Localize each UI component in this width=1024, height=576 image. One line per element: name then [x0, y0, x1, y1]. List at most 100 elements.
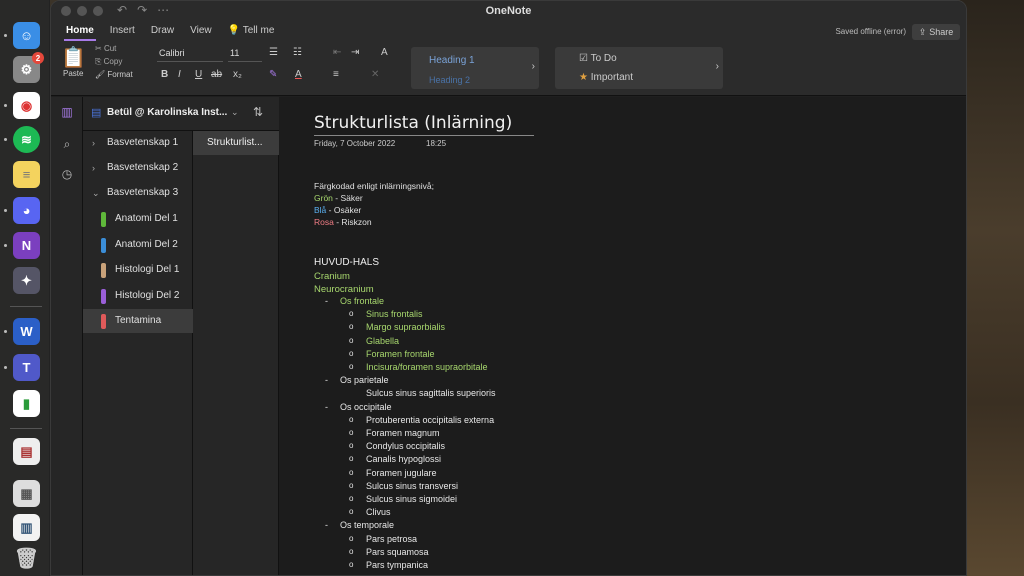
notes-icon[interactable]: ≡ — [13, 161, 40, 188]
page-item[interactable]: Strukturlist... — [193, 131, 279, 155]
share-button[interactable]: ⇪ Share — [912, 24, 960, 40]
tags-expand-icon[interactable]: › — [716, 61, 719, 72]
spotify-icon[interactable]: ≋ — [13, 126, 40, 153]
section-item[interactable]: › Basvetenskap 1 — [83, 131, 193, 155]
section-color-tab — [101, 314, 106, 329]
subheading[interactable]: Neurocranium — [314, 284, 374, 295]
tag-todo[interactable]: ☑ To Do — [579, 53, 617, 64]
outline-text: Os occipitale — [340, 402, 392, 412]
copy-icon: ⎘ — [95, 57, 102, 66]
tab-view[interactable]: View — [182, 21, 220, 41]
chrome-icon[interactable]: ◉ — [13, 92, 40, 119]
document-thumbnail-icon[interactable]: ▦ — [13, 480, 40, 507]
finder-icon[interactable]: ☺ — [13, 22, 40, 49]
paste-label[interactable]: Paste — [63, 69, 83, 78]
dock-separator — [10, 306, 42, 307]
styles-gallery[interactable]: Heading 1 Heading 2 › — [411, 47, 539, 89]
circle-bullet-icon: o — [349, 349, 354, 358]
discord-icon[interactable]: ◕ — [13, 197, 40, 224]
section-item[interactable]: Tentamina — [83, 309, 193, 333]
onenote-icon[interactable]: N — [13, 232, 40, 259]
section-group-item[interactable]: ⌄ Basvetenskap 3 — [83, 181, 193, 205]
outline-text: Incisura/foramen supraorbitale — [366, 362, 488, 372]
tags-gallery[interactable]: ☑ To Do ★ Important › — [555, 47, 723, 89]
section-item[interactable]: Histologi Del 2 — [83, 284, 193, 308]
system-settings-icon[interactable]: ⚙ 2 — [13, 52, 44, 83]
tell-me-label: Tell me — [242, 25, 275, 36]
numbers-icon[interactable]: ▮ — [13, 390, 40, 417]
page-date: Friday, 7 October 2022 — [314, 139, 396, 148]
align-icon[interactable]: ≡ — [333, 69, 339, 80]
circle-bullet-icon: o — [349, 336, 354, 345]
page-title[interactable]: Strukturlista (Inlärning) — [314, 113, 512, 133]
section-item[interactable]: Anatomi Del 2 — [83, 233, 193, 257]
paste-icon[interactable]: 📋 — [61, 45, 86, 70]
brush-icon: 🖌 — [95, 70, 106, 79]
italic-button[interactable]: I — [178, 69, 181, 80]
underline-button[interactable]: U — [195, 69, 202, 80]
font-family-select[interactable]: Calibri — [157, 48, 223, 62]
style-heading-1[interactable]: Heading 1 — [429, 55, 475, 66]
notebook-header[interactable]: ▤ Betül @ Karolinska Inst... ⌄ ⇅ — [83, 97, 279, 131]
running-indicator — [4, 366, 7, 369]
cut-button[interactable]: ✂ Cut — [95, 44, 116, 53]
document-thumbnail-icon[interactable]: ▤ — [13, 438, 40, 465]
tab-insert[interactable]: Insert — [102, 21, 143, 41]
outline-text: Glabella — [366, 336, 400, 346]
numbering-icon[interactable]: ☷ — [293, 47, 302, 58]
circle-bullet-icon: o — [349, 560, 354, 569]
bold-button[interactable]: B — [161, 69, 168, 80]
font-size-select[interactable]: 11 — [228, 48, 262, 62]
subheading[interactable]: Cranium — [314, 271, 350, 282]
notebook-icon: ▤ — [91, 107, 102, 119]
style-heading-2[interactable]: Heading 2 — [429, 75, 470, 85]
search-icon[interactable]: ⌕ — [59, 137, 75, 153]
share-icon: ⇪ — [918, 26, 927, 37]
bullets-icon[interactable]: ☰ — [269, 47, 278, 58]
running-indicator — [4, 34, 7, 37]
format-painter-button[interactable]: 🖌 Format — [95, 70, 133, 79]
section-heading[interactable]: HUVUD-HALS — [314, 257, 379, 268]
outline-text: Os frontale — [340, 296, 385, 306]
tab-home[interactable]: Home — [58, 21, 102, 41]
increase-indent-icon[interactable]: ⇥ — [351, 47, 359, 58]
styles-expand-icon[interactable]: › — [532, 61, 535, 72]
legend-item[interactable]: Grön - Säker — [314, 193, 363, 203]
subscript-button[interactable]: x₂ — [233, 69, 242, 80]
font-color-icon[interactable]: A — [295, 69, 302, 80]
recent-icon[interactable]: ◷ — [59, 167, 75, 183]
clear-format-icon[interactable]: A — [381, 47, 388, 58]
outline-text: Sulcus sinus transversi — [366, 481, 459, 491]
tag-important[interactable]: ★ Important — [579, 72, 633, 83]
notebooks-icon[interactable]: ▥ — [59, 105, 75, 121]
outline-text: Foramen frontale — [366, 349, 435, 359]
copy-button[interactable]: ⎘ Copy — [95, 57, 122, 67]
sort-icon[interactable]: ⇅ — [253, 105, 263, 119]
notification-badge: 2 — [32, 52, 44, 64]
section-item[interactable]: › Basvetenskap 2 — [83, 156, 193, 180]
section-label: Basvetenskap 1 — [107, 137, 179, 148]
circle-bullet-icon: o — [349, 441, 354, 450]
tell-me-box[interactable]: 💡 Tell me — [220, 21, 283, 41]
section-item[interactable]: Histologi Del 1 — [83, 258, 193, 282]
delete-icon[interactable]: ✕ — [371, 69, 379, 80]
note-canvas[interactable]: Strukturlista (Inlärning) Friday, 7 Octo… — [279, 97, 966, 575]
teams-icon[interactable]: T — [13, 354, 40, 381]
legend-item[interactable]: Blå - Osäker — [314, 205, 361, 215]
word-icon[interactable]: W — [13, 318, 40, 345]
strikethrough-button[interactable]: ab — [211, 69, 222, 80]
highlight-icon[interactable]: ✎ — [269, 69, 277, 80]
running-indicator — [4, 209, 7, 212]
app-title: OneNote — [485, 5, 532, 17]
pinned-app-icon[interactable]: ✦ — [13, 267, 40, 294]
section-item[interactable]: Anatomi Del 1 — [83, 207, 193, 231]
checkbox-icon: ☑ — [579, 53, 588, 64]
notebook-name: Betül @ Karolinska Inst... — [107, 107, 228, 118]
decrease-indent-icon[interactable]: ⇤ — [333, 47, 341, 58]
legend-intro[interactable]: Färgkodad enligt inlärningsnivå; — [314, 181, 434, 191]
spreadsheet-thumbnail-icon[interactable]: ▥ — [13, 514, 40, 541]
tab-draw[interactable]: Draw — [143, 21, 182, 41]
legend-item[interactable]: Rosa - Riskzon — [314, 217, 372, 227]
circle-bullet-icon: o — [349, 415, 354, 424]
trash-icon[interactable]: 🗑 — [13, 545, 40, 572]
